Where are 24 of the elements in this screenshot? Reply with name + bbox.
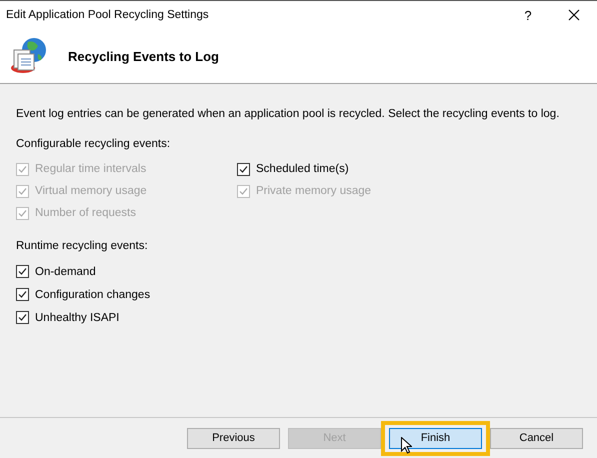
checkbox-label: Virtual memory usage (35, 185, 147, 197)
checkbox[interactable] (16, 265, 29, 278)
close-icon[interactable] (568, 9, 580, 21)
checkbox-label: Number of requests (35, 207, 136, 219)
checkbox-label: Scheduled time(s) (256, 163, 349, 175)
page-heading: Recycling Events to Log (68, 48, 219, 64)
wizard-button[interactable]: Finish (389, 428, 482, 448)
checkbox[interactable] (16, 311, 29, 324)
checkbox-label: Regular time intervals (35, 163, 146, 175)
help-button[interactable]: ? (505, 8, 551, 22)
checkbox-label: On-demand (35, 266, 96, 278)
checkbox[interactable] (16, 288, 29, 301)
cursor-icon (401, 436, 412, 454)
window-title: Edit Application Pool Recycling Settings (6, 9, 210, 21)
description-text: Event log entries can be generated when an application pool is recycled. Select the recycling events to log. (16, 108, 560, 120)
checkbox[interactable] (237, 162, 250, 176)
wizard-button[interactable]: Previous (187, 428, 280, 448)
wizard-button[interactable]: Cancel (490, 428, 583, 448)
globe-document-icon (8, 36, 48, 76)
checkbox-label: Private memory usage (256, 185, 372, 197)
group-label: Runtime recycling events: (16, 240, 149, 252)
checkbox-label: Unhealthy ISAPI (35, 312, 120, 324)
group-label: Configurable recycling events: (16, 138, 172, 150)
checkbox-label: Configuration changes (35, 288, 150, 300)
